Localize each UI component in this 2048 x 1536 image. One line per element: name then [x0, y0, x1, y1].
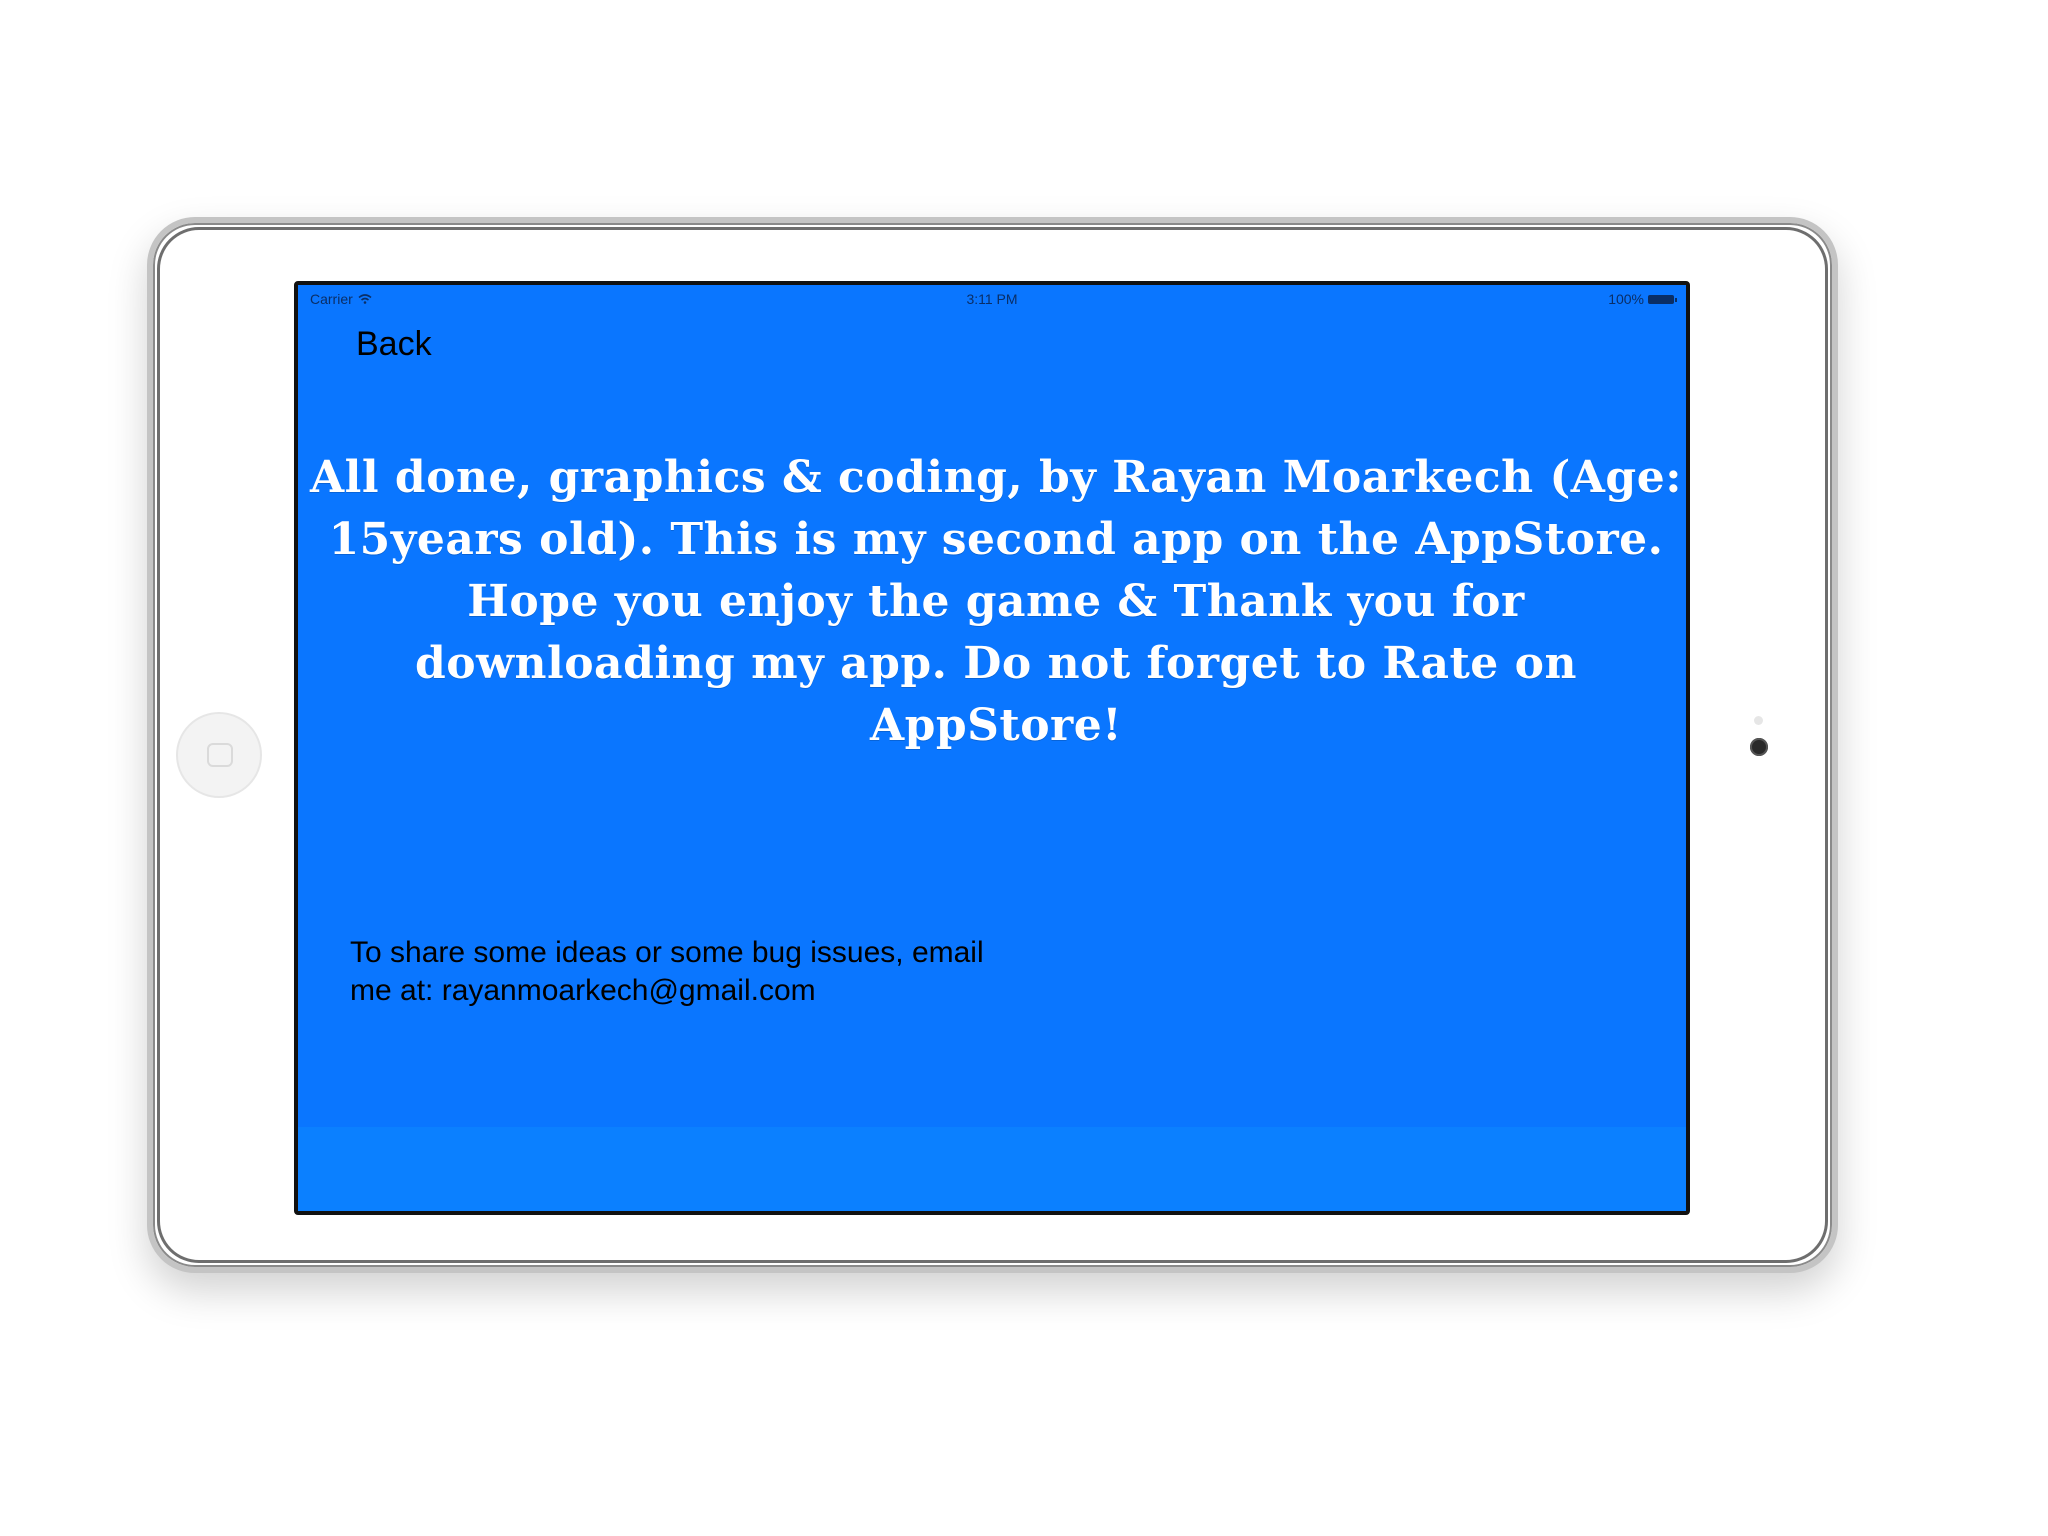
status-time: 3:11 PM: [966, 291, 1018, 307]
screen-bottom-band: [298, 1127, 1686, 1211]
credits-message: All done, graphics & coding, by Rayan Mo…: [310, 452, 1682, 751]
back-button[interactable]: Back: [356, 325, 432, 364]
status-bar: Carrier 3:11 PM 100%: [298, 285, 1686, 311]
light-sensor: [1754, 716, 1763, 725]
front-camera-icon: [1750, 738, 1768, 756]
contact-line-1: To share some ideas or some bug issues, …: [350, 936, 984, 969]
home-button-square: [207, 743, 233, 767]
app-screen: Carrier 3:11 PM 100% Back All done, grap…: [294, 281, 1690, 1215]
status-battery-group: 100%: [1608, 291, 1677, 307]
contact-line-2: me at: rayanmoarkech@gmail.com: [350, 974, 816, 1007]
battery-percent: 100%: [1608, 291, 1644, 307]
home-button-icon: [176, 712, 262, 798]
battery-icon: [1648, 294, 1677, 304]
contact-info: To share some ideas or some bug issues, …: [350, 934, 1110, 1010]
